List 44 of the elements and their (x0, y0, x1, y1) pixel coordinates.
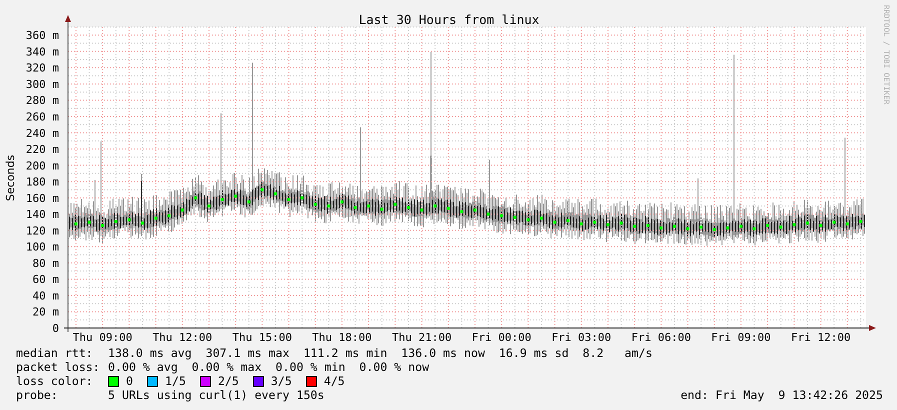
legend-value: 5 URLs using curl(1) every 150s (108, 388, 324, 402)
axis-label: Fri 03:00 (552, 331, 612, 344)
axis-label: Fri 06:00 (631, 331, 691, 344)
axis-label: 200 m (26, 159, 59, 172)
axis-label: 300 m (26, 78, 59, 91)
axis-label: 20 m (32, 306, 59, 319)
axis-label: Fri 00:00 (472, 331, 532, 344)
legend-label: loss color: (16, 374, 94, 388)
axis-label: 340 m (26, 45, 59, 58)
axis-label: 120 m (26, 224, 59, 238)
axis-label: 40 m (32, 289, 59, 302)
axis-label: Thu 21:00 (392, 331, 452, 344)
axis-label: 100 m (26, 240, 59, 254)
axis-label: Thu 18:00 (312, 331, 372, 344)
axis-label: 360 m (26, 29, 59, 42)
legend-value: 0.00 % avg 0.00 % max 0.00 % min 0.00 % now (108, 360, 430, 374)
axis-label: 160 m (26, 192, 59, 205)
axis-label: Fri 12:00 (790, 331, 851, 344)
axis-label: 240 m (26, 126, 59, 140)
axis-label: 140 m (26, 208, 59, 222)
chart-title: Last 30 Hours from linux (358, 12, 540, 27)
axis-label: Thu 15:00 (232, 331, 292, 344)
legend-value: 3/5 (270, 374, 292, 388)
axis-label: Thu 12:00 (152, 331, 212, 344)
axis-label: 180 m (26, 176, 59, 189)
legend-label: packet loss: (16, 360, 101, 374)
axis-label: 320 m (26, 62, 59, 75)
legend-value: 2/5 (218, 374, 239, 388)
legend-value: 4/5 (324, 374, 345, 388)
axis-label: 280 m (26, 94, 59, 108)
axis-label: Fri 09:00 (711, 331, 771, 344)
legend-value: 0 (126, 374, 133, 388)
axis-label: 0 (52, 322, 59, 335)
axis-label: 220 m (26, 143, 59, 156)
legend-value: 138.0 ms avg 307.1 ms max 111.2 ms min 136.0 ms now 16.9 ms sd 8.2 am/s (108, 346, 652, 360)
axis-label: 60 m (32, 273, 59, 286)
end-time: end: Fri May 9 13:42:26 2025 (680, 388, 883, 402)
legend-label: median rtt: (16, 346, 94, 360)
legend-label: probe: (16, 388, 59, 402)
axis-label: 80 m (32, 256, 59, 270)
axis-label: 260 m (26, 110, 59, 124)
axis-label: Thu 09:00 (72, 331, 132, 344)
legend-value: 1/5 (164, 374, 186, 388)
axis-title: Seconds (4, 154, 17, 202)
